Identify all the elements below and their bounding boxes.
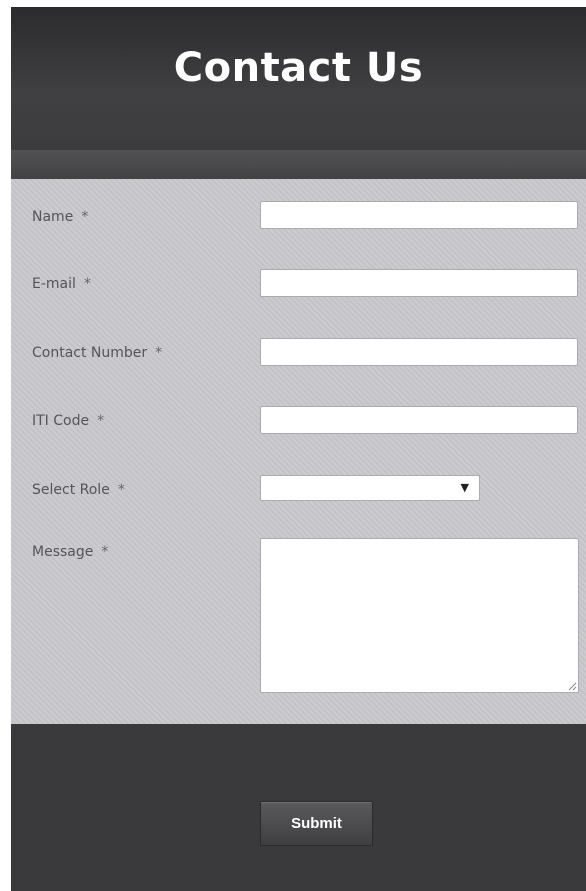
required-marker: * [97,413,105,429]
iti-code-label: ITI Code * [32,413,105,429]
header-divider-band [11,150,586,179]
header-bar: Contact Us [11,7,586,150]
required-marker: * [101,544,109,560]
required-marker: * [83,276,91,292]
role-select[interactable]: ▼ [260,475,480,501]
email-input[interactable] [260,269,578,297]
dropdown-arrow-icon[interactable]: ▼ [461,481,469,494]
name-input[interactable] [260,201,578,229]
message-textarea[interactable] [260,538,579,693]
contact-number-label: Contact Number * [32,345,163,361]
resize-grip-icon[interactable] [567,681,577,691]
iti-code-input[interactable] [260,406,578,434]
required-marker: * [155,345,163,361]
submit-button[interactable]: Submit [260,801,373,846]
contact-form-card: Contact Us Name * E-mail * Contact Number *… [11,7,586,891]
page-title: Contact Us [173,45,424,91]
contact-number-input[interactable] [260,338,578,366]
required-marker: * [81,209,89,225]
select-role-label: Select Role * [32,482,125,498]
zigzag-divider [11,727,586,749]
required-marker: * [117,482,125,498]
email-label: E-mail * [32,276,91,292]
name-label: Name * [32,209,89,225]
message-label: Message * [32,544,109,560]
